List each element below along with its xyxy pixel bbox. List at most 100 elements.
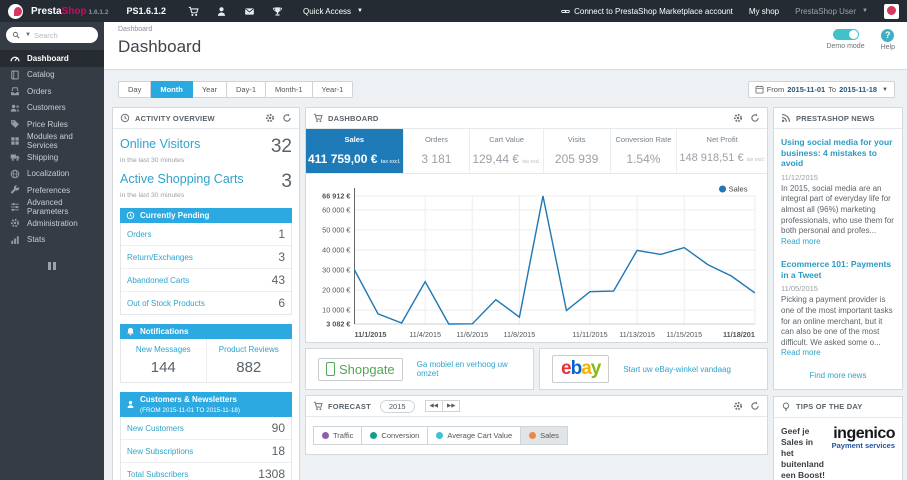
date-from: 2015-11-01 — [787, 85, 826, 94]
news-article-title[interactable]: Using social media for your business: 4 … — [781, 137, 895, 169]
range-month-1-button[interactable]: Month-1 — [266, 81, 313, 98]
toggle-sales[interactable]: Sales — [521, 426, 568, 445]
news-article-date: 11/05/2015 — [781, 284, 818, 294]
sidebar-item-dashboard[interactable]: Dashboard — [0, 50, 104, 67]
marketplace-connect-link[interactable]: Connect to PrestaShop Marketplace accoun… — [561, 7, 733, 16]
list-item[interactable]: Return/Exchanges 3 — [121, 246, 291, 269]
range-day-button[interactable]: Day — [118, 81, 152, 98]
new-messages-cell[interactable]: New Messages 144 — [121, 339, 206, 382]
date-range-picker[interactable]: From 2015-11-01 To 2015-11-18 ▼ — [747, 81, 895, 98]
bell-icon — [126, 327, 135, 336]
toggle-traffic[interactable]: Traffic — [313, 426, 363, 445]
help-button[interactable]: ? — [881, 29, 895, 42]
refresh-icon[interactable] — [750, 113, 760, 123]
cart-icon — [313, 401, 323, 411]
svg-text:10 000 €: 10 000 € — [322, 306, 350, 315]
user-menu[interactable]: PrestaShop User ▼ — [795, 7, 868, 16]
read-more-link[interactable]: Read more — [781, 237, 821, 246]
gear-icon[interactable] — [733, 401, 743, 411]
sidebar-collapse-button[interactable] — [46, 262, 58, 270]
toggle-conversion[interactable]: Conversion — [362, 426, 429, 445]
demo-mode-toggle[interactable] — [832, 29, 859, 40]
kpi-conversion-rate[interactable]: Conversion Rate 1.54% — [611, 129, 678, 173]
svg-text:11/1/2015: 11/1/2015 — [355, 330, 387, 339]
kpi-cart-value[interactable]: Cart Value 129,44 € tax excl. — [470, 129, 544, 173]
sidebar-item-price-rules[interactable]: Price Rules — [0, 116, 104, 133]
gear-icon — [10, 218, 20, 228]
ebay-link[interactable]: Start uw eBay-winkel vandaag — [623, 365, 731, 374]
previous-year-button[interactable]: ◀◀ — [424, 400, 444, 412]
avatar[interactable] — [884, 3, 899, 19]
sidebar-item-shipping[interactable]: Shipping — [0, 149, 104, 166]
refresh-icon[interactable] — [282, 113, 292, 123]
sidebar-item-catalog[interactable]: Catalog — [0, 67, 104, 84]
list-item[interactable]: New Customers 90 — [121, 417, 291, 441]
svg-text:11/15/2015: 11/15/2015 — [666, 330, 702, 339]
shopgate-logo: Shopgate — [318, 357, 403, 381]
demo-mode-label: Demo mode — [826, 43, 865, 50]
sidebar-item-administration[interactable]: Administration — [0, 215, 104, 232]
gauge-icon — [10, 53, 20, 63]
online-visitors-link[interactable]: Online Visitors — [120, 137, 200, 151]
gear-icon[interactable] — [733, 113, 743, 123]
sidebar-search[interactable]: ▼ — [6, 27, 98, 43]
svg-text:11/11/2015: 11/11/2015 — [572, 330, 607, 339]
svg-text:11/8/2015: 11/8/2015 — [503, 330, 535, 339]
sidebar-item-advanced-parameters[interactable]: Advanced Parameters — [0, 198, 104, 216]
svg-text:11/4/2015: 11/4/2015 — [409, 330, 441, 339]
kpi-net-profit[interactable]: Net Profit 148 918,51 € tax excl. — [677, 129, 767, 173]
shopgate-promo-card: Shopgate Ga mobiel en verhoog uw omzet — [305, 348, 534, 390]
next-year-button[interactable]: ▶▶ — [443, 400, 461, 412]
range-year-1-button[interactable]: Year-1 — [312, 81, 354, 98]
panel-title: PRESTASHOP NEWS — [796, 113, 875, 123]
shopgate-link[interactable]: Ga mobiel en verhoog uw omzet — [417, 360, 521, 378]
quick-access-menu[interactable]: Quick Access ▼ — [303, 7, 363, 16]
product-reviews-cell[interactable]: Product Reviews 882 — [205, 339, 292, 382]
list-item[interactable]: New Subscriptions 18 — [121, 440, 291, 464]
refresh-icon[interactable] — [750, 401, 760, 411]
my-shop-link[interactable]: My shop — [749, 7, 779, 16]
forecast-year: 2015 — [379, 399, 415, 413]
sliders-icon — [10, 202, 20, 212]
range-button-group: Day Month Year Day-1 Month-1 Year-1 — [118, 81, 354, 98]
sidebar-item-localization[interactable]: Localization — [0, 166, 104, 183]
news-article: Ecommerce 101: Payments in a Tweet 11/05… — [781, 259, 895, 359]
range-month-button[interactable]: Month — [151, 81, 193, 98]
search-input[interactable] — [33, 30, 92, 40]
find-more-news-link[interactable]: Find more news — [810, 371, 867, 380]
sidebar-item-stats[interactable]: Stats — [0, 232, 104, 249]
sidebar-item-preferences[interactable]: Preferences — [0, 182, 104, 199]
range-day-1-button[interactable]: Day-1 — [227, 81, 267, 98]
read-more-link[interactable]: Read more — [781, 348, 821, 357]
news-article-title[interactable]: Ecommerce 101: Payments in a Tweet — [781, 259, 895, 280]
messages-icon[interactable] — [244, 6, 255, 17]
kpi-sales[interactable]: Sales 411 759,00 € tax excl. — [306, 129, 404, 173]
list-item[interactable]: Total Subscribers 1308 — [121, 463, 291, 480]
kpi-visits[interactable]: Visits 205 939 — [544, 129, 611, 173]
list-item[interactable]: Abandoned Carts 43 — [121, 269, 291, 292]
range-year-button[interactable]: Year — [192, 81, 227, 98]
toggle-average-cart-value[interactable]: Average Cart Value — [428, 426, 522, 445]
sidebar: ▼ Dashboard Catalog Orders Customers Pri… — [0, 22, 104, 480]
calendar-icon — [755, 85, 764, 94]
customers-quick-icon[interactable] — [216, 6, 227, 17]
chevron-down-icon: ▼ — [357, 8, 363, 14]
list-item[interactable]: Out of Stock Products 6 — [121, 292, 291, 314]
list-item[interactable]: Orders 1 — [121, 223, 291, 246]
breadcrumb: Dashboard — [118, 26, 153, 33]
ebay-promo-card: ebay Start uw eBay-winkel vandaag — [539, 348, 768, 390]
sidebar-item-customers[interactable]: Customers — [0, 100, 104, 117]
cart-icon[interactable] — [188, 6, 199, 17]
active-carts-link[interactable]: Active Shopping Carts — [120, 172, 244, 186]
traffic-dot-icon — [322, 432, 329, 439]
online-visitors-sub: in the last 30 minutes — [120, 157, 185, 164]
gear-icon[interactable] — [265, 113, 275, 123]
top-bar: PrestaShop 1.6.1.2 PS1.6.1.2 Quick Access… — [0, 0, 907, 22]
kpi-orders[interactable]: Orders 3 181 — [404, 129, 471, 173]
trophy-icon[interactable] — [272, 6, 283, 17]
prestashop-news-panel: PRESTASHOP NEWS Using social media for y… — [773, 107, 903, 390]
online-visitors-value: 32 — [270, 136, 292, 157]
sidebar-item-modules[interactable]: Modules and Services — [0, 132, 104, 150]
sidebar-item-orders[interactable]: Orders — [0, 83, 104, 100]
bar-chart-icon — [10, 235, 20, 245]
